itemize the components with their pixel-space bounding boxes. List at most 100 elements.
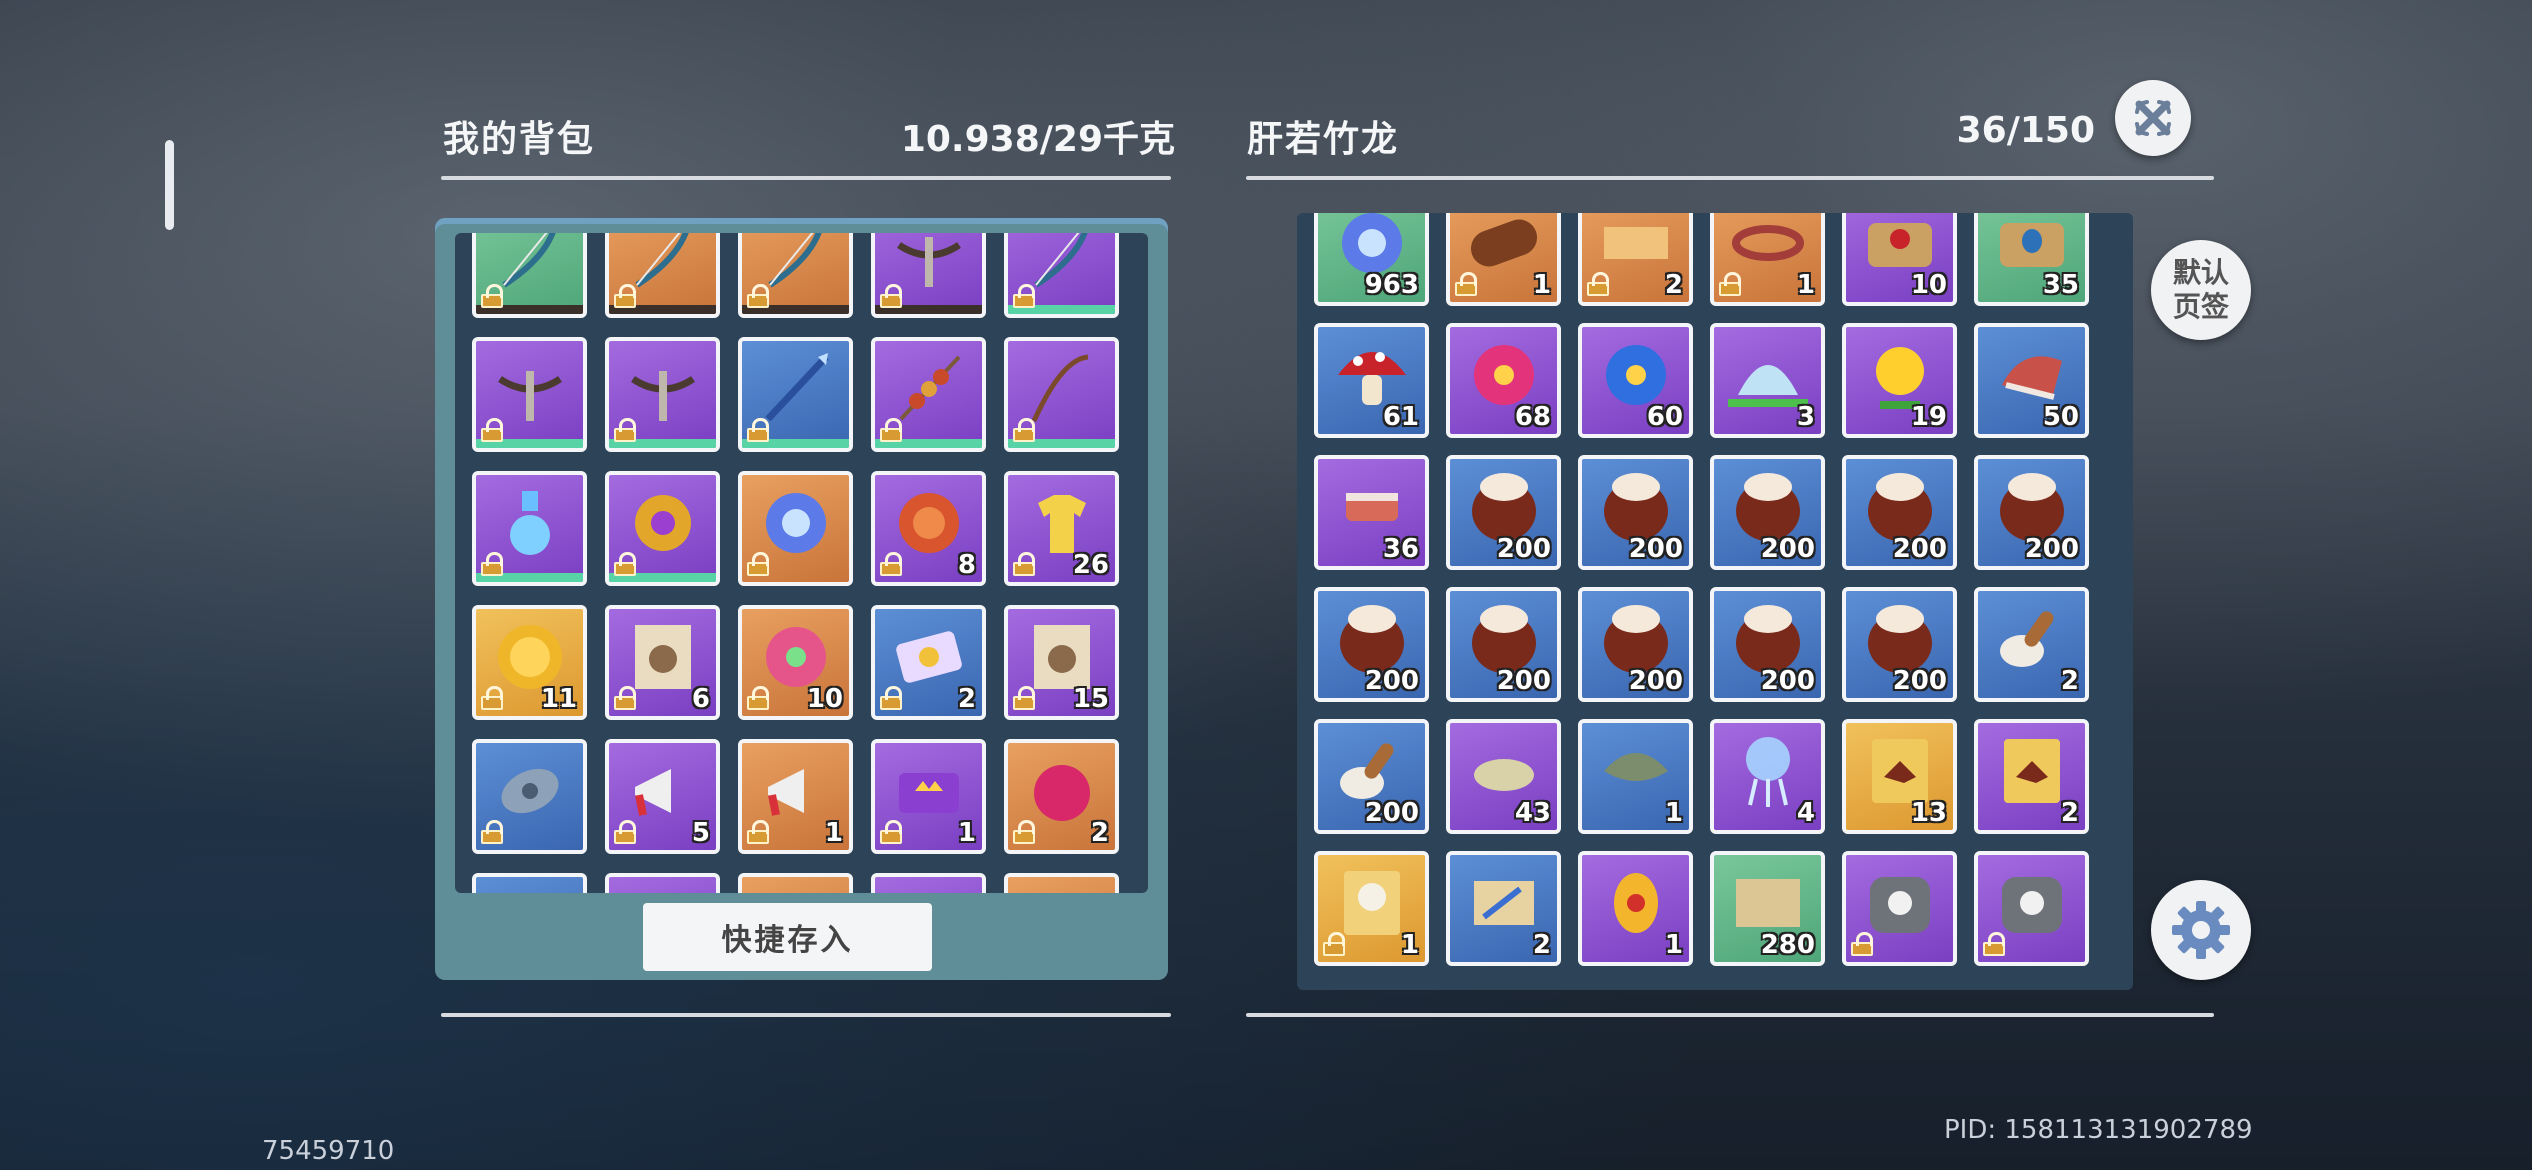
inventory-slot-bow[interactable] bbox=[1004, 233, 1119, 318]
inventory-slot-crossbow[interactable] bbox=[472, 337, 587, 452]
inventory-slot-megaphone[interactable]: 5 bbox=[605, 739, 720, 854]
settings-button[interactable] bbox=[2151, 880, 2251, 980]
inventory-slot-dino-feed[interactable]: 13 bbox=[1842, 719, 1957, 834]
close-button[interactable] bbox=[2115, 80, 2191, 156]
inventory-slot-yellow-flower[interactable]: 19 bbox=[1842, 323, 1957, 438]
uid-text: 75459710 bbox=[262, 1136, 395, 1166]
inventory-slot-wanted-poster[interactable]: 15 bbox=[1004, 605, 1119, 720]
inventory-slot-crossbow[interactable] bbox=[605, 337, 720, 452]
inventory-slot-spear[interactable] bbox=[738, 337, 853, 452]
inventory-slot-partial[interactable] bbox=[605, 873, 720, 893]
inventory-slot-dino-feed[interactable]: 2 bbox=[1974, 719, 2089, 834]
inventory-slot-pink-flower[interactable]: 68 bbox=[1446, 323, 1561, 438]
item-quantity: 1 bbox=[1532, 270, 1551, 300]
inventory-slot-fishing-rod[interactable] bbox=[1004, 337, 1119, 452]
inventory-slot-coin[interactable]: 8 bbox=[871, 471, 986, 586]
inventory-slot-egg[interactable]: 200 bbox=[1446, 587, 1561, 702]
inventory-slot-gold-coin[interactable]: 11 bbox=[472, 605, 587, 720]
item-quantity: 3 bbox=[1796, 402, 1815, 432]
inventory-slot-pet-carrier[interactable] bbox=[1842, 851, 1957, 966]
inventory-slot-bracelet[interactable]: 1 bbox=[1710, 213, 1825, 306]
inventory-slot-drumstick[interactable]: 2 bbox=[1974, 587, 2089, 702]
inventory-slot-acorn-bag[interactable]: 35 bbox=[1974, 213, 2089, 306]
storage-capacity: 36/150 bbox=[1956, 110, 2095, 151]
lock-icon bbox=[880, 820, 902, 844]
inventory-slot-egg[interactable]: 200 bbox=[1710, 587, 1825, 702]
crossbow-icon bbox=[630, 371, 695, 422]
item-quantity: 50 bbox=[2042, 402, 2079, 432]
inventory-slot-egg[interactable]: 200 bbox=[1578, 587, 1693, 702]
inventory-slot-blue-lotus[interactable]: 60 bbox=[1578, 323, 1693, 438]
lock-icon bbox=[1455, 272, 1477, 296]
inventory-slot-potion[interactable] bbox=[472, 471, 587, 586]
inventory-slot-meat-skewer[interactable]: 36 bbox=[1314, 455, 1429, 570]
inventory-slot-crown-ticket[interactable]: 1 bbox=[871, 739, 986, 854]
item-quantity: 200 bbox=[1628, 534, 1683, 564]
inventory-slot-skewer[interactable] bbox=[871, 337, 986, 452]
inventory-slot-partial[interactable] bbox=[871, 873, 986, 893]
scroll-indicator[interactable] bbox=[165, 140, 174, 230]
inventory-slot-fish[interactable]: 43 bbox=[1446, 719, 1561, 834]
inventory-slot-egg[interactable]: 200 bbox=[1842, 455, 1957, 570]
inventory-slot-shirt[interactable]: 26 bbox=[1004, 471, 1119, 586]
inventory-slot-lotus[interactable]: 3 bbox=[1710, 323, 1825, 438]
inventory-slot-partial[interactable] bbox=[738, 873, 853, 893]
megaphone-icon bbox=[634, 769, 671, 816]
inventory-slot-flower[interactable]: 10 bbox=[738, 605, 853, 720]
inventory-slot-partial[interactable] bbox=[472, 873, 587, 893]
inventory-slot-egg[interactable]: 200 bbox=[1710, 455, 1825, 570]
divider bbox=[441, 176, 1171, 180]
inventory-slot-gem-egg[interactable]: 1 bbox=[1578, 851, 1693, 966]
inventory-slot-wanted-poster[interactable]: 6 bbox=[605, 605, 720, 720]
inventory-slot-egg[interactable]: 200 bbox=[1578, 455, 1693, 570]
inventory-slot-jellyfish[interactable]: 4 bbox=[1710, 719, 1825, 834]
bow-icon bbox=[501, 233, 556, 288]
backpack-title: 我的背包 bbox=[443, 119, 596, 160]
item-quantity: 61 bbox=[1382, 402, 1419, 432]
bow-icon bbox=[634, 233, 689, 288]
inventory-slot-egg[interactable]: 200 bbox=[1314, 587, 1429, 702]
inventory-slot-log[interactable]: 1 bbox=[1446, 213, 1561, 306]
inventory-slot-amulet[interactable] bbox=[605, 471, 720, 586]
inventory-slot-pet-carrier[interactable] bbox=[1974, 851, 2089, 966]
inventory-slot-meat[interactable]: 50 bbox=[1974, 323, 2089, 438]
inventory-slot-orb[interactable] bbox=[738, 471, 853, 586]
inventory-slot-map[interactable]: 280 bbox=[1710, 851, 1825, 966]
inventory-slot-crossbow[interactable] bbox=[871, 233, 986, 318]
backpack-grid-viewport[interactable]: 8 26 11 6 10 2 15 5 1 1 2 bbox=[455, 233, 1148, 893]
inventory-slot-fabric[interactable]: 2 bbox=[1578, 213, 1693, 306]
inventory-slot-mushroom[interactable]: 61 bbox=[1314, 323, 1429, 438]
inventory-slot-ticket[interactable]: 2 bbox=[871, 605, 986, 720]
quick-store-button[interactable]: 快捷存入 bbox=[643, 903, 932, 971]
lock-icon bbox=[1013, 418, 1035, 442]
inventory-slot-megaphone[interactable]: 1 bbox=[738, 739, 853, 854]
inventory-slot-bow[interactable] bbox=[472, 233, 587, 318]
close-icon bbox=[2135, 100, 2171, 136]
inventory-slot-partial[interactable] bbox=[1004, 873, 1119, 893]
item-quantity: 2 bbox=[2060, 666, 2079, 696]
inventory-slot-egg[interactable]: 200 bbox=[1974, 455, 2089, 570]
inventory-slot-drumstick[interactable]: 200 bbox=[1314, 719, 1429, 834]
gear-icon bbox=[2172, 901, 2230, 959]
lock-icon bbox=[747, 686, 769, 710]
inventory-slot-orb[interactable]: 963 bbox=[1314, 213, 1429, 306]
item-quantity: 26 bbox=[1072, 550, 1109, 580]
divider bbox=[1246, 1013, 2214, 1017]
storage-grid-viewport[interactable]: 963 1 2 1 10 35 61 68 60 3 19 50 36 200 200 200 200 200 20… bbox=[1297, 213, 2133, 990]
crown-ticket-icon bbox=[898, 773, 959, 814]
inventory-slot-bow[interactable] bbox=[605, 233, 720, 318]
inventory-slot-scroll[interactable]: 2 bbox=[1446, 851, 1561, 966]
item-quantity: 2 bbox=[2060, 798, 2079, 828]
inventory-slot-egg[interactable]: 200 bbox=[1842, 587, 1957, 702]
inventory-slot-berry[interactable]: 2 bbox=[1004, 739, 1119, 854]
inventory-slot-stone[interactable] bbox=[472, 739, 587, 854]
inventory-slot-stingray[interactable]: 1 bbox=[1578, 719, 1693, 834]
inventory-slot-bow[interactable] bbox=[738, 233, 853, 318]
lock-icon bbox=[481, 820, 503, 844]
inventory-slot-feed-bag[interactable]: 1 bbox=[1314, 851, 1429, 966]
skewer-icon bbox=[899, 355, 960, 421]
megaphone-icon bbox=[767, 769, 804, 816]
inventory-slot-egg[interactable]: 200 bbox=[1446, 455, 1561, 570]
default-tab-button[interactable]: 默认 页签 bbox=[2151, 240, 2251, 340]
inventory-slot-mushroom-bag[interactable]: 10 bbox=[1842, 213, 1957, 306]
